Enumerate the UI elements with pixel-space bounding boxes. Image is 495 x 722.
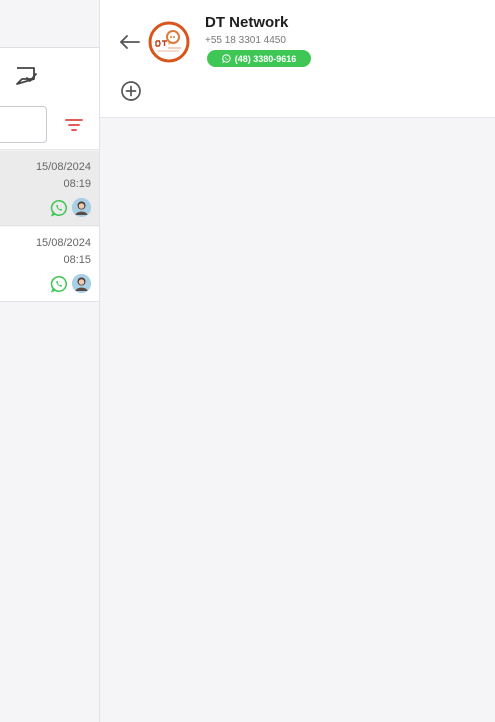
whatsapp-number: (48) 3380-9616 [234, 53, 297, 64]
arrow-left-icon [120, 35, 140, 49]
conversation-icons [50, 274, 91, 293]
conversation-panel: DT Network +55 18 3301 4450 (48) 3380-96… [100, 0, 495, 722]
conversation-date: 15/08/2024 [35, 237, 91, 249]
conversation-icons [50, 198, 91, 217]
filter-button[interactable] [62, 113, 86, 137]
plus-circle-icon [121, 81, 141, 101]
back-button[interactable] [118, 32, 142, 52]
whatsapp-icon [50, 199, 67, 217]
conversation-item[interactable]: 15/08/2024 08:15 [0, 227, 99, 302]
agent-avatar [72, 198, 91, 217]
add-button[interactable] [120, 80, 142, 102]
whatsapp-icon [50, 275, 67, 293]
conversation-date: 15/08/2024 [35, 161, 91, 173]
conversation-header: DT Network +55 18 3301 4450 (48) 3380-96… [100, 0, 495, 118]
mark-resolved-button[interactable] [13, 63, 39, 89]
conversation-time: 08:15 [63, 254, 91, 266]
app-root: 15/08/2024 08:19 15/08/2024 08:15 DT Net… [0, 0, 495, 722]
whatsapp-channel-badge[interactable]: (48) 3380-9616 [207, 50, 311, 67]
message-area [100, 118, 495, 722]
contact-name: DT Network [205, 14, 289, 31]
agent-avatar [72, 274, 91, 293]
conversation-item[interactable]: 15/08/2024 08:19 [0, 151, 99, 226]
filter-icon [65, 119, 83, 131]
chat-check-icon [16, 67, 37, 85]
list-header-strip [0, 0, 99, 48]
conversation-time: 08:19 [63, 178, 91, 190]
contact-phone: +55 18 3301 4450 [205, 35, 286, 46]
search-input[interactable] [0, 106, 47, 143]
conversation-list-panel: 15/08/2024 08:19 15/08/2024 08:15 [0, 0, 100, 722]
contact-avatar-logo [148, 21, 190, 63]
whatsapp-icon [221, 54, 231, 63]
